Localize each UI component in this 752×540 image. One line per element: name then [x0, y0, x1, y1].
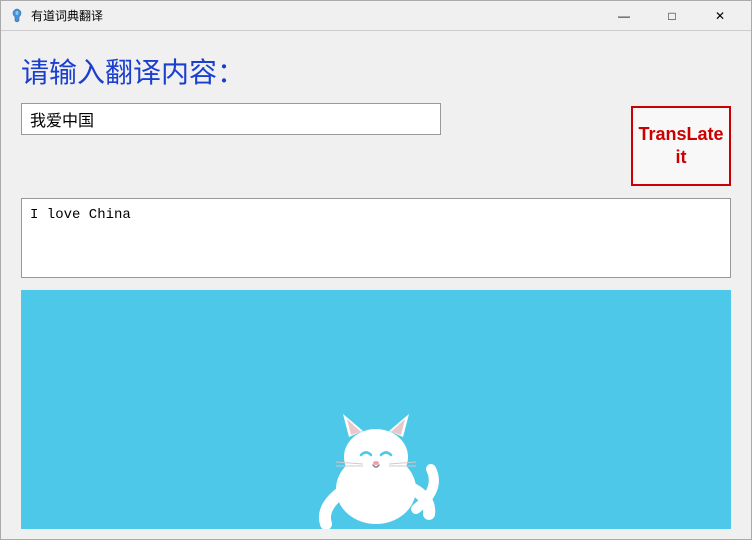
close-button[interactable]: ✕: [697, 1, 743, 31]
prompt-label: 请输入翻译内容：: [21, 51, 615, 91]
cat-animation-area: [21, 290, 731, 529]
left-section: 请输入翻译内容：: [21, 51, 615, 135]
cat-image: [301, 389, 451, 529]
translation-output[interactable]: I love China: [21, 198, 731, 278]
title-bar: 有道词典翻译 — □ ✕: [1, 1, 751, 31]
app-icon: [9, 8, 25, 24]
header-row: 请输入翻译内容： TransLateit: [21, 51, 731, 186]
translate-button-label: TransLateit: [638, 123, 723, 170]
translate-button[interactable]: TransLateit: [631, 106, 731, 186]
minimize-button[interactable]: —: [601, 1, 647, 31]
window-controls: — □ ✕: [601, 1, 743, 31]
main-content: 请输入翻译内容： TransLateit I love China: [1, 31, 751, 539]
window-title: 有道词典翻译: [31, 7, 601, 24]
translation-input[interactable]: [21, 103, 441, 135]
maximize-button[interactable]: □: [649, 1, 695, 31]
main-window: 有道词典翻译 — □ ✕ 请输入翻译内容： TransLateit I love…: [0, 0, 752, 540]
